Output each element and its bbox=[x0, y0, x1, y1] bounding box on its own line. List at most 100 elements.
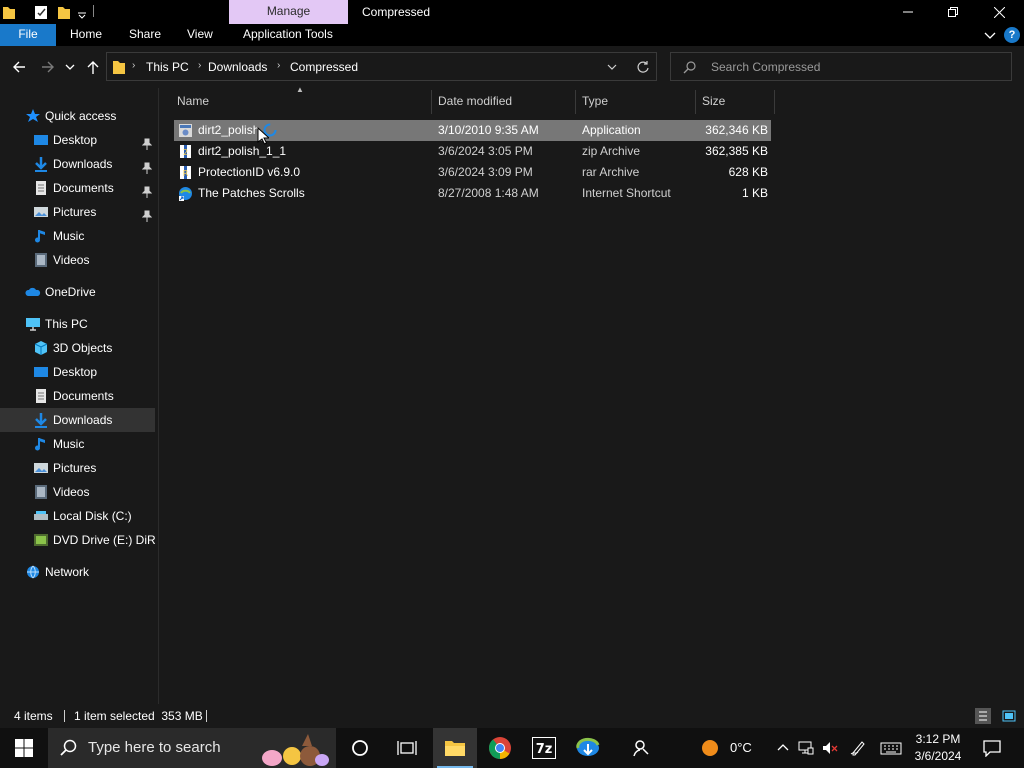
folder-icon bbox=[112, 59, 126, 78]
table-row[interactable]: The Patches Scrolls 8/27/2008 1:48 AM In… bbox=[174, 183, 771, 204]
weather-temperature[interactable]: 0°C bbox=[730, 740, 752, 755]
table-row[interactable]: R ProtectionID v6.9.0 3/6/2024 3:09 PM r… bbox=[174, 162, 771, 183]
tab-manage[interactable]: Manage bbox=[229, 0, 348, 24]
sidebar-item-label: Network bbox=[45, 565, 90, 579]
breadcrumb-downloads[interactable]: Downloads bbox=[208, 60, 267, 74]
7zip-icon: 7z bbox=[532, 737, 556, 759]
pin-icon bbox=[141, 206, 153, 222]
sidebar-item-downloads-selected[interactable]: Downloads bbox=[0, 408, 155, 432]
task-view-button[interactable] bbox=[385, 728, 429, 768]
volume-muted-icon[interactable] bbox=[822, 740, 838, 756]
sidebar-item-dvd-drive[interactable]: DVD Drive (E:) DiRT2 bbox=[0, 528, 155, 552]
status-divider bbox=[64, 710, 65, 722]
expand-ribbon-button[interactable] bbox=[982, 27, 998, 43]
sidebar-item-downloads[interactable]: Downloads bbox=[0, 152, 155, 176]
breadcrumb-this-pc[interactable]: This PC bbox=[146, 60, 189, 74]
network-display-icon[interactable] bbox=[798, 740, 814, 756]
folder-icon[interactable] bbox=[2, 4, 16, 20]
breadcrumb-chevron-icon[interactable]: › bbox=[198, 60, 201, 71]
sidebar-item-documents[interactable]: Documents bbox=[0, 384, 155, 408]
column-divider[interactable] bbox=[575, 90, 576, 114]
new-folder-icon[interactable] bbox=[57, 4, 71, 20]
tab-view[interactable]: View bbox=[187, 24, 213, 46]
sidebar-item-quick-access[interactable]: Quick access bbox=[0, 104, 155, 128]
sidebar-item-label: Documents bbox=[53, 389, 114, 403]
column-header-type[interactable]: Type bbox=[582, 88, 608, 114]
sidebar-item-network[interactable]: Network bbox=[0, 560, 155, 584]
documents-folder-icon bbox=[33, 180, 49, 196]
column-header-date-modified[interactable]: Date modified bbox=[438, 88, 512, 114]
refresh-button[interactable] bbox=[636, 60, 650, 77]
sidebar-item-local-disk[interactable]: Local Disk (C:) bbox=[0, 504, 155, 528]
svg-text:R: R bbox=[183, 169, 189, 178]
sidebar-item-3d-objects[interactable]: 3D Objects bbox=[0, 336, 155, 360]
close-button[interactable] bbox=[976, 0, 1022, 24]
sidebar-item-documents[interactable]: Documents bbox=[0, 176, 155, 200]
pen-workspace-icon[interactable] bbox=[850, 740, 866, 756]
sidebar-item-pictures[interactable]: Pictures bbox=[0, 200, 155, 224]
sidebar-item-pictures[interactable]: Pictures bbox=[0, 456, 155, 480]
file-list: Name ▲ Date modified Type Size dirt2_pol… bbox=[159, 85, 1024, 704]
clock-date[interactable]: 3/6/2024 bbox=[908, 749, 968, 763]
taskbar-search-people[interactable] bbox=[620, 728, 664, 768]
taskbar-search-box[interactable]: Type here to search bbox=[48, 728, 336, 768]
column-divider[interactable] bbox=[695, 90, 696, 114]
breadcrumb-compressed[interactable]: Compressed bbox=[290, 60, 358, 74]
address-history-button[interactable] bbox=[606, 61, 618, 76]
tab-share[interactable]: Share bbox=[129, 24, 161, 46]
sidebar-item-videos[interactable]: Videos bbox=[0, 248, 155, 272]
svg-text:7z: 7z bbox=[536, 742, 553, 757]
help-icon[interactable]: ? bbox=[1004, 27, 1020, 43]
taskbar-chrome[interactable] bbox=[478, 728, 522, 768]
sidebar-item-onedrive[interactable]: OneDrive bbox=[0, 280, 155, 304]
sidebar-item-music[interactable]: Music bbox=[0, 224, 155, 248]
restore-button[interactable] bbox=[930, 0, 976, 24]
details-view-button[interactable] bbox=[975, 708, 991, 724]
action-center-icon[interactable] bbox=[983, 739, 1001, 758]
column-divider[interactable] bbox=[774, 90, 775, 114]
file-name: dirt2_polish bbox=[198, 123, 260, 137]
sidebar-item-label: This PC bbox=[45, 317, 88, 331]
cortana-button[interactable] bbox=[338, 728, 382, 768]
mouse-cursor-icon bbox=[257, 126, 271, 148]
breadcrumb-chevron-icon[interactable]: › bbox=[132, 60, 135, 71]
column-header-size[interactable]: Size bbox=[702, 88, 725, 114]
tab-home[interactable]: Home bbox=[70, 24, 102, 46]
start-button[interactable] bbox=[2, 728, 46, 768]
file-size: 362,385 KB bbox=[705, 144, 768, 158]
file-date-modified: 3/10/2010 9:35 AM bbox=[438, 123, 539, 137]
taskbar-file-explorer[interactable] bbox=[433, 728, 477, 768]
sidebar-item-label: Music bbox=[53, 437, 85, 451]
large-icons-view-button[interactable] bbox=[1001, 708, 1017, 724]
address-bar[interactable]: › This PC › Downloads › Compressed bbox=[106, 52, 657, 81]
properties-icon[interactable] bbox=[34, 4, 48, 20]
minimize-button[interactable] bbox=[885, 0, 931, 24]
sidebar-item-desktop[interactable]: Desktop bbox=[0, 128, 155, 152]
breadcrumb-chevron-icon[interactable]: › bbox=[277, 60, 280, 71]
sidebar-item-videos[interactable]: Videos bbox=[0, 480, 155, 504]
forward-button[interactable] bbox=[38, 57, 58, 77]
column-header-name[interactable]: Name bbox=[177, 88, 209, 114]
back-button[interactable] bbox=[9, 57, 29, 77]
sidebar-item-label: OneDrive bbox=[45, 285, 96, 299]
sidebar-item-music[interactable]: Music bbox=[0, 432, 155, 456]
sidebar-item-this-pc[interactable]: This PC bbox=[0, 312, 155, 336]
taskbar-7zip[interactable]: 7z bbox=[522, 728, 566, 768]
tab-application-tools[interactable]: Application Tools bbox=[243, 24, 333, 46]
chrome-icon bbox=[489, 737, 511, 759]
downloads-folder-icon bbox=[33, 412, 49, 428]
customize-quick-access-icon[interactable] bbox=[76, 4, 90, 20]
taskbar-download-manager[interactable] bbox=[566, 728, 610, 768]
selection-info: 1 item selected 353 MB bbox=[74, 709, 203, 723]
column-divider[interactable] bbox=[431, 90, 432, 114]
up-button[interactable] bbox=[83, 57, 103, 77]
show-hidden-icons-chevron-up-icon[interactable] bbox=[775, 740, 791, 756]
weather-sun-icon[interactable] bbox=[701, 739, 719, 757]
sidebar-item-label: Downloads bbox=[53, 157, 113, 171]
clock-time[interactable]: 3:12 PM bbox=[908, 732, 968, 746]
sidebar-item-desktop[interactable]: Desktop bbox=[0, 360, 155, 384]
touch-keyboard-icon[interactable] bbox=[880, 740, 902, 756]
search-input[interactable]: Search Compressed bbox=[670, 52, 1012, 81]
recent-locations-button[interactable] bbox=[62, 57, 78, 77]
tab-file[interactable]: File bbox=[0, 24, 56, 46]
